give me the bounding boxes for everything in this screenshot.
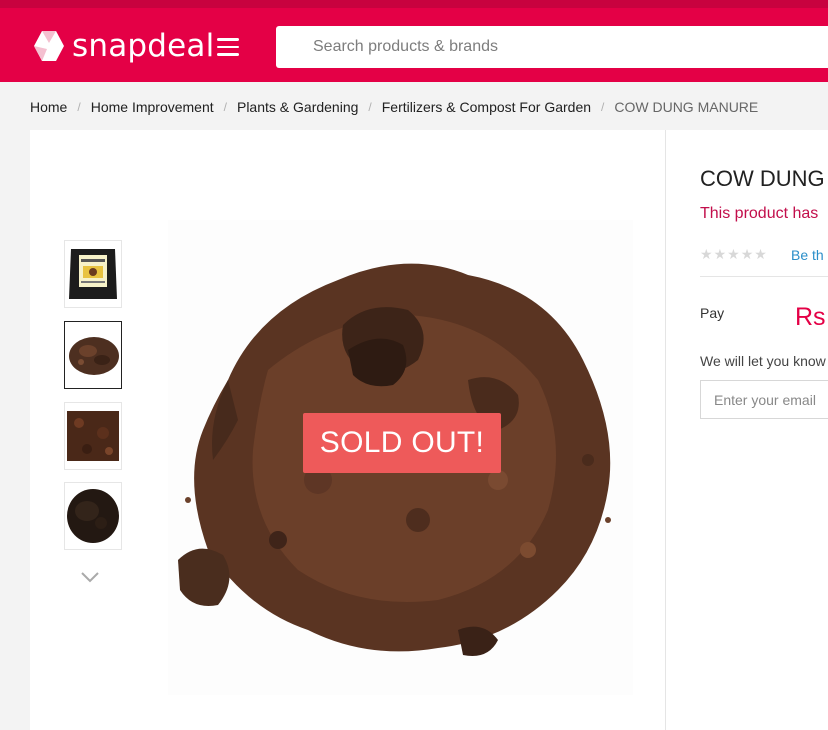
- divider-line: [700, 276, 828, 277]
- product-title: COW DUNG I: [700, 166, 828, 191]
- star-icon: ★: [727, 247, 740, 263]
- top-strip: [0, 0, 828, 8]
- write-review-link[interactable]: Be th: [791, 247, 824, 263]
- rating-stars: ★ ★ ★ ★ ★: [700, 247, 767, 263]
- dung-pile-thumbnail[interactable]: [64, 321, 122, 389]
- breadcrumb-plants-gardening[interactable]: Plants & Gardening: [237, 99, 358, 115]
- breadcrumb: Home / Home Improvement / Plants & Garde…: [30, 99, 758, 115]
- package-thumbnail[interactable]: [64, 240, 122, 308]
- logo-text: snapdeal: [72, 28, 215, 64]
- breadcrumb-separator: /: [601, 100, 605, 114]
- pay-label: Pay: [700, 305, 725, 321]
- breadcrumb-home-improvement[interactable]: Home Improvement: [91, 99, 214, 115]
- hamburger-menu-icon[interactable]: [217, 38, 239, 56]
- snapdeal-logo-icon: [32, 29, 66, 63]
- breadcrumb-separator: /: [77, 100, 81, 114]
- search-placeholder: Search products & brands: [313, 38, 498, 55]
- search-input[interactable]: Search products & brands: [276, 26, 828, 68]
- breadcrumb-separator: /: [223, 100, 227, 114]
- star-icon: ★: [754, 247, 767, 263]
- dung-closeup-thumbnail[interactable]: [64, 402, 122, 470]
- availability-notice: This product has: [700, 205, 819, 222]
- email-field[interactable]: [700, 380, 828, 419]
- breadcrumb-home[interactable]: Home: [30, 99, 67, 115]
- dung-dark-thumbnail[interactable]: [64, 482, 122, 550]
- breadcrumb-current: COW DUNG MANURE: [614, 99, 759, 115]
- sold-out-badge: SOLD OUT!: [303, 413, 501, 473]
- breadcrumb-separator: /: [368, 100, 372, 114]
- star-icon: ★: [700, 247, 713, 263]
- breadcrumb-fertilizers[interactable]: Fertilizers & Compost For Garden: [382, 99, 591, 115]
- star-icon: ★: [740, 247, 754, 263]
- notify-text: We will let you know: [700, 353, 826, 369]
- site-header: snapdeal Search products & brands: [0, 8, 828, 82]
- chevron-down-icon[interactable]: [80, 570, 100, 588]
- star-icon: ★: [713, 247, 727, 263]
- price: Rs: [795, 303, 826, 331]
- snapdeal-logo[interactable]: snapdeal: [32, 28, 214, 64]
- panel-divider: [665, 130, 666, 730]
